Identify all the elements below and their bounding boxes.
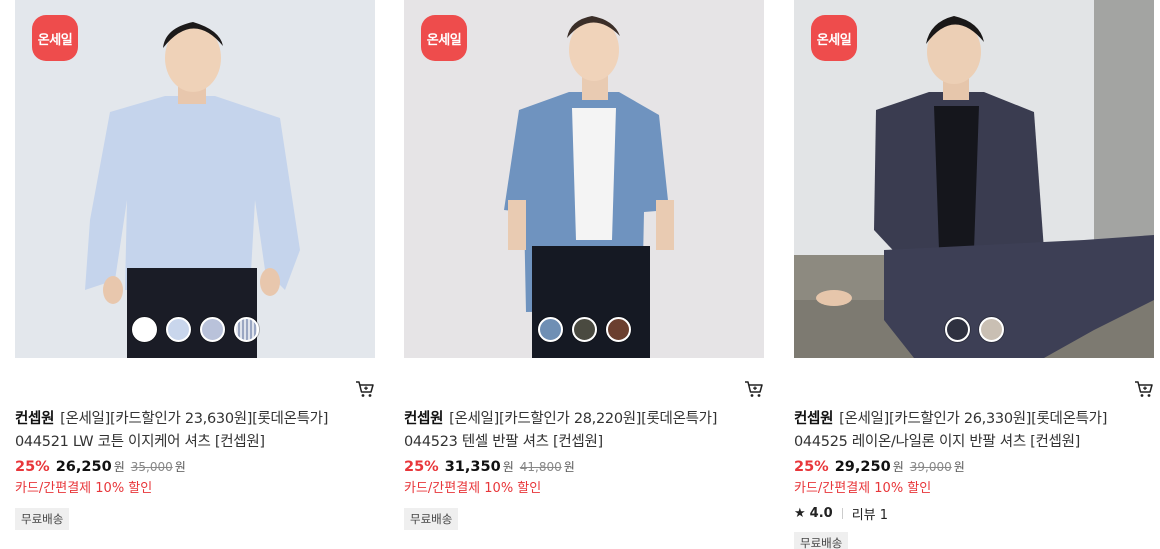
color-swatch[interactable] [233, 317, 259, 342]
brand-name: 컨셉원 [15, 411, 55, 427]
product-name: [온세일][카드할인가 26,330원][롯데온특가] 044525 레이온/나… [794, 411, 1108, 450]
color-swatch[interactable] [131, 317, 157, 342]
original-currency: 원 [953, 460, 965, 474]
product-card[interactable]: 온세일 컨셉원 [온세일][카드할인가 26,330원][롯데온특가] 04452… [794, 0, 1154, 549]
product-info: 컨셉원 [온세일][카드할인가 28,220원][롯데온특가] 044523 텐셀… [404, 408, 764, 530]
product-title[interactable]: 컨셉원 [온세일][카드할인가 28,220원][롯데온특가] 044523 텐셀… [404, 408, 764, 454]
product-name: [온세일][카드할인가 23,630원][롯데온특가] 044521 LW 코튼… [15, 411, 329, 450]
color-swatch[interactable] [978, 317, 1004, 342]
currency: 원 [892, 460, 904, 474]
original-currency: 원 [563, 460, 575, 474]
discount-rate: 25% [404, 459, 439, 475]
sale-price: 31,350 [444, 459, 501, 475]
review-count: 리뷰 1 [851, 508, 889, 523]
product-info: 컨셉원 [온세일][카드할인가 26,330원][롯데온특가] 044525 레이… [794, 408, 1154, 549]
color-swatch[interactable] [537, 317, 563, 342]
original-price: 39,000 [909, 460, 952, 474]
sale-price: 29,250 [834, 459, 891, 475]
original-price: 41,800 [519, 460, 562, 474]
original-price: 35,000 [130, 460, 173, 474]
card-discount-text: 카드/간편결제 10% 할인 [794, 481, 932, 496]
color-swatches [794, 317, 1154, 342]
product-title[interactable]: 컨셉원 [온세일][카드할인가 23,630원][롯데온특가] 044521 LW… [15, 408, 375, 454]
discount-rate: 25% [15, 459, 50, 475]
currency: 원 [502, 460, 514, 474]
product-name: [온세일][카드할인가 28,220원][롯데온특가] 044523 텐셀 반팔… [404, 411, 718, 450]
cart-icon[interactable] [744, 380, 764, 398]
rating-row[interactable]: ★ 4.0 리뷰 1 [794, 504, 1154, 523]
product-image[interactable]: 온세일 [15, 0, 375, 358]
free-shipping-tag: 무료배송 [15, 508, 70, 530]
brand-name: 컨셉원 [404, 411, 444, 427]
onsale-badge: 온세일 [811, 15, 857, 61]
color-swatch[interactable] [571, 317, 597, 342]
onsale-badge: 온세일 [421, 15, 467, 61]
product-title[interactable]: 컨셉원 [온세일][카드할인가 26,330원][롯데온특가] 044525 레이… [794, 408, 1154, 454]
card-discount-text: 카드/간편결제 10% 할인 [15, 481, 153, 496]
color-swatch[interactable] [944, 317, 970, 342]
product-card[interactable]: 온세일 컨셉원 [온세일][카드할인가 28,220원][롯데온특가] 04452… [404, 0, 764, 530]
price-row: 25% 29,250 원 39,000 원 [794, 458, 1154, 475]
product-card[interactable]: 온세일 컨셉원 [온세일][카드할인가 23,630원][롯데온특가] 04452… [15, 0, 375, 530]
price-row: 25% 31,350 원 41,800 원 [404, 458, 764, 475]
color-swatches [404, 317, 764, 342]
original-currency: 원 [174, 460, 186, 474]
product-grid: 온세일 컨셉원 [온세일][카드할인가 23,630원][롯데온특가] 04452… [0, 0, 1160, 549]
color-swatch[interactable] [199, 317, 225, 342]
color-swatch[interactable] [605, 317, 631, 342]
free-shipping-tag: 무료배송 [404, 508, 459, 530]
divider [841, 508, 843, 519]
color-swatches [15, 317, 375, 342]
free-shipping-tag: 무료배송 [794, 532, 849, 549]
cart-icon[interactable] [1134, 380, 1154, 398]
discount-rate: 25% [794, 459, 829, 475]
product-info: 컨셉원 [온세일][카드할인가 23,630원][롯데온특가] 044521 LW… [15, 408, 375, 530]
product-image[interactable]: 온세일 [404, 0, 764, 358]
rating-score: 4.0 [809, 506, 833, 521]
cart-icon[interactable] [355, 380, 375, 398]
product-image[interactable]: 온세일 [794, 0, 1154, 358]
onsale-badge: 온세일 [32, 15, 78, 61]
price-row: 25% 26,250 원 35,000 원 [15, 458, 375, 475]
sale-price: 26,250 [55, 459, 112, 475]
color-swatch[interactable] [165, 317, 191, 342]
star-icon: ★ [794, 506, 806, 521]
card-discount-text: 카드/간편결제 10% 할인 [404, 481, 542, 496]
brand-name: 컨셉원 [794, 411, 834, 427]
currency: 원 [113, 460, 125, 474]
